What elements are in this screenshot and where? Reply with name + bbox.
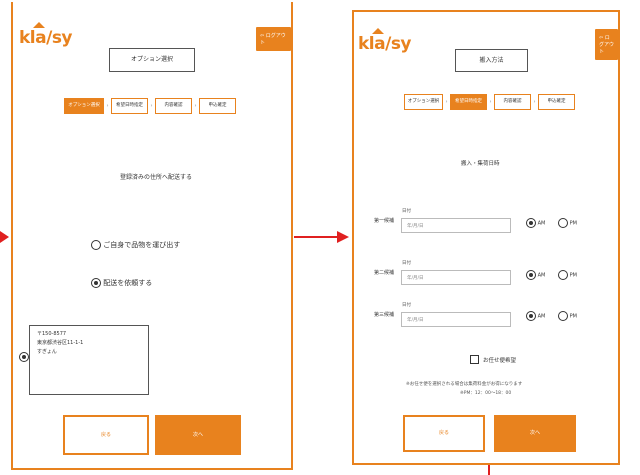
flow-arrows — [0, 231, 490, 475]
incoming-arrow-head — [0, 231, 9, 243]
flow-arrow-head — [337, 231, 349, 243]
